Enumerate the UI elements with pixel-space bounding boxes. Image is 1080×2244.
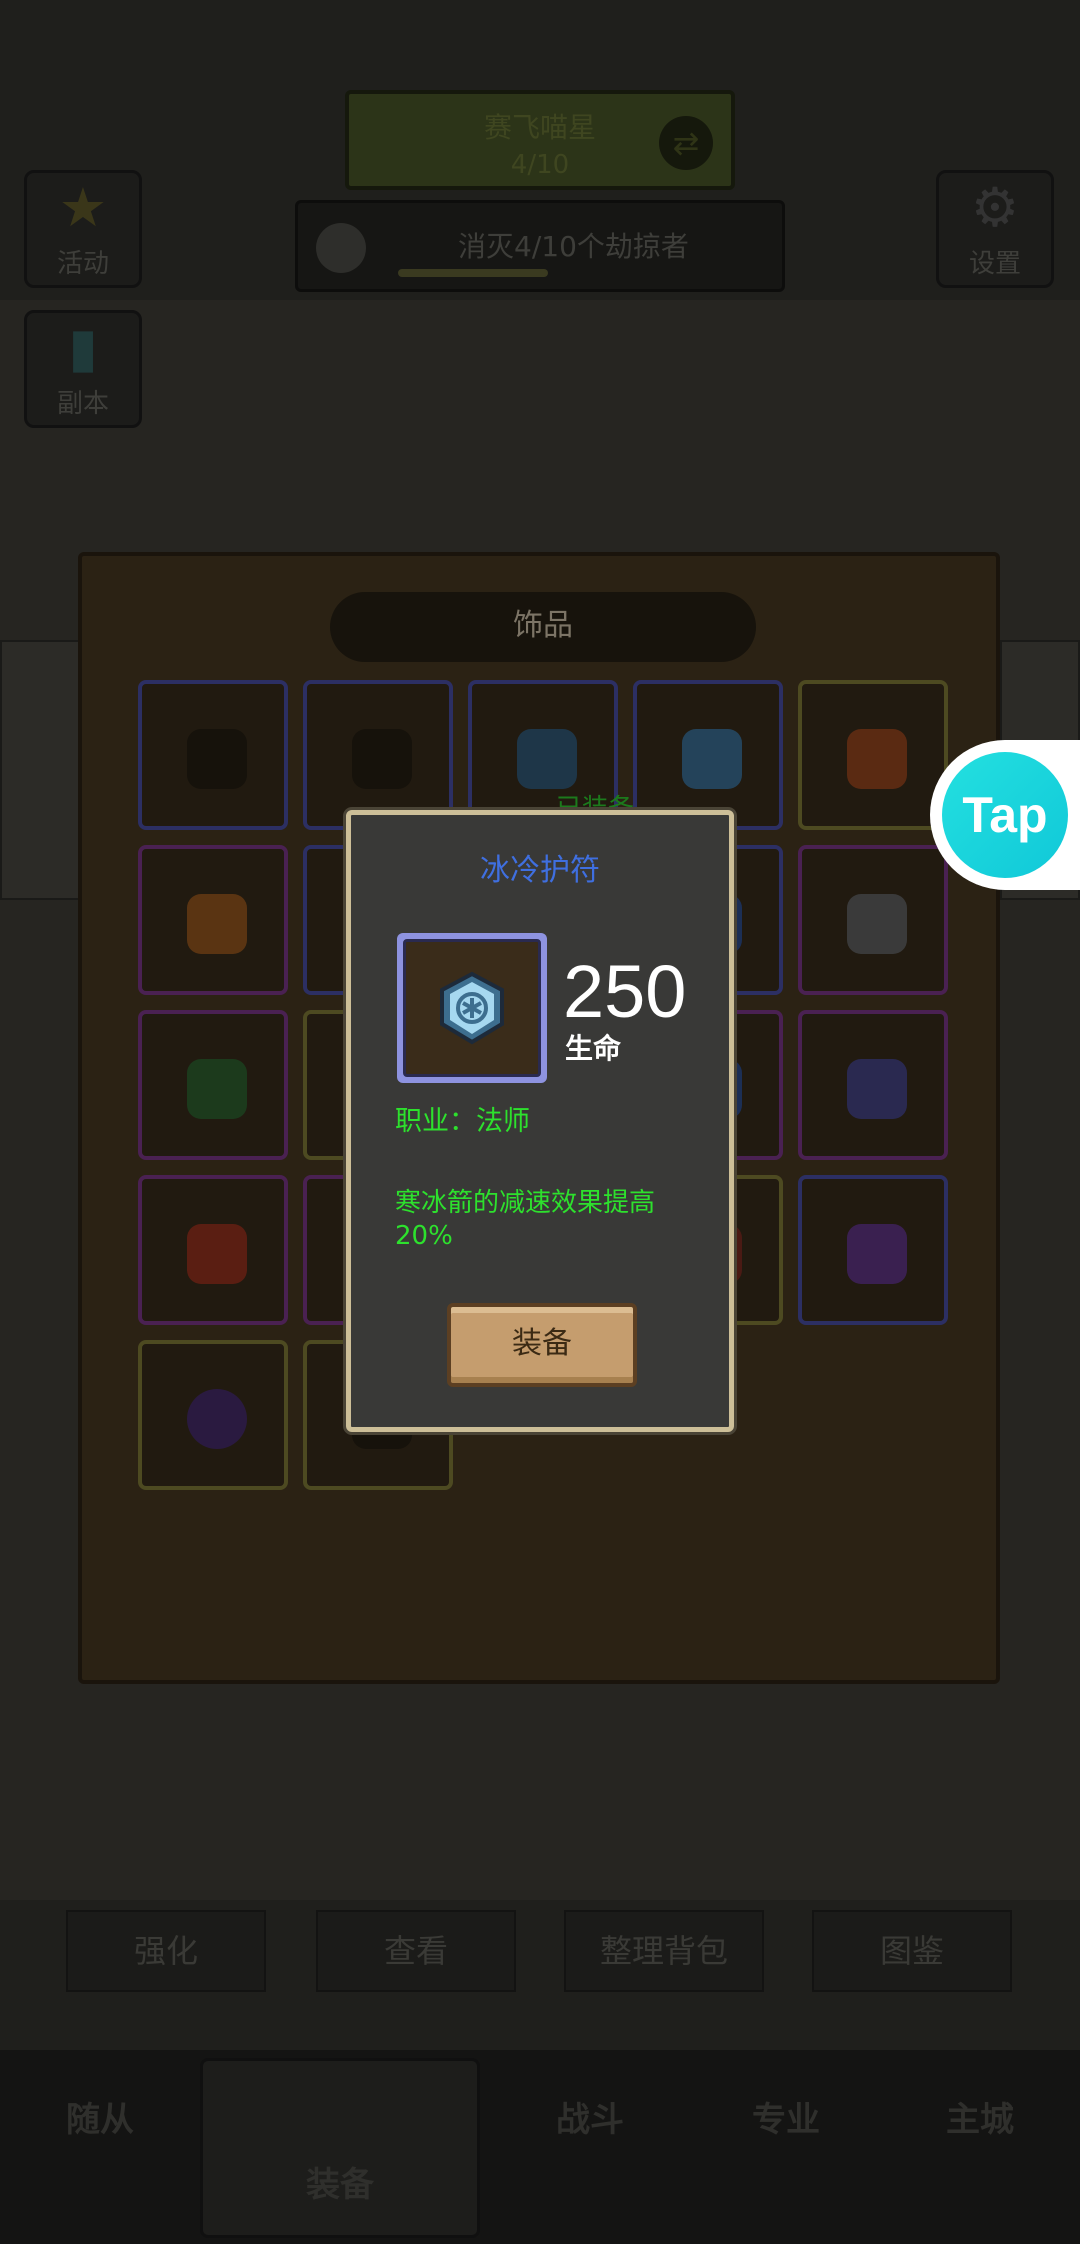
- dungeon-button[interactable]: ▮ 副本: [24, 310, 142, 428]
- bottom-nav: 随从 装备 战斗 专业 主城: [0, 2050, 1080, 2244]
- tab-codex[interactable]: 图鉴: [812, 1910, 1012, 1992]
- nav-followers[interactable]: 随从: [10, 2070, 190, 2230]
- item-name: 冰冷护符: [480, 853, 600, 888]
- panel-title: 饰品: [330, 592, 756, 662]
- tab-enhance[interactable]: 强化: [66, 1910, 266, 1992]
- action-tabs: 强化 查看 整理背包 图鉴: [0, 1910, 1080, 2000]
- quest-progress-bar: [398, 269, 548, 277]
- item-icon-frame: [397, 933, 547, 1083]
- item-silhouette-icon: [187, 729, 247, 789]
- accessory-slot[interactable]: [798, 845, 948, 995]
- accessory-slot[interactable]: [798, 1175, 948, 1325]
- coin-icon: [316, 223, 366, 273]
- top-banner[interactable]: 赛飞喵星 4/10 ⇄: [345, 90, 735, 190]
- tab-view[interactable]: 查看: [316, 1910, 516, 1992]
- frost-amulet-icon: [440, 971, 504, 1045]
- door-icon: ▮: [68, 316, 98, 379]
- accessory-slot[interactable]: [633, 680, 783, 830]
- tap-logo-icon: Tap: [942, 752, 1068, 878]
- fire-amulet-icon: [847, 729, 907, 789]
- heart-amulet-icon: [187, 1059, 247, 1119]
- accessory-slot[interactable]: [798, 680, 948, 830]
- activity-button[interactable]: ★ 活动: [24, 170, 142, 288]
- nav-equipment[interactable]: 装备: [200, 2058, 480, 2238]
- accessory-slot[interactable]: [138, 680, 288, 830]
- ring-icon: [847, 894, 907, 954]
- settings-label: 设置: [968, 249, 1021, 279]
- accessory-slot[interactable]: [138, 1340, 288, 1490]
- gear-icon: ⚙: [970, 176, 1020, 239]
- star-icon: ★: [58, 176, 108, 239]
- item-detail-popup: 冰冷护符 250 生命 职业：法师 寒冰箭的减速效果提高20% 装备: [346, 810, 734, 1432]
- nav-profession[interactable]: 专业: [696, 2070, 876, 2230]
- accessory-slot[interactable]: [138, 845, 288, 995]
- scene-wall-left: [0, 640, 80, 900]
- accessory-slot[interactable]: [303, 680, 453, 830]
- nav-battle[interactable]: 战斗: [500, 2070, 680, 2230]
- item-class-requirement: 职业：法师: [395, 1106, 530, 1137]
- item-silhouette-icon: [352, 729, 412, 789]
- stat-value: 250: [563, 950, 687, 1033]
- quest-bar[interactable]: 消灭4/10个劫掠者: [295, 200, 785, 292]
- accessory-slot[interactable]: [798, 1010, 948, 1160]
- flame-gem-icon: [187, 1224, 247, 1284]
- water-amulet-icon: [517, 729, 577, 789]
- stat-label: 生命: [565, 1032, 622, 1065]
- nav-equipment-label: 装备: [306, 2165, 374, 2205]
- void-orb-icon: [187, 1389, 247, 1449]
- frost-amulet-icon: [682, 729, 742, 789]
- accessory-slot[interactable]: [138, 1175, 288, 1325]
- swap-icon[interactable]: ⇄: [659, 116, 713, 170]
- accessory-slot[interactable]: [138, 1010, 288, 1160]
- tab-sort-bag[interactable]: 整理背包: [564, 1910, 764, 1992]
- nav-main-city[interactable]: 主城: [890, 2070, 1070, 2230]
- item-description: 寒冰箭的减速效果提高20%: [395, 1188, 656, 1251]
- activity-label: 活动: [56, 249, 109, 279]
- purple-helm-icon: [847, 1224, 907, 1284]
- fire-amulet-icon: [187, 894, 247, 954]
- settings-button[interactable]: ⚙ 设置: [936, 170, 1054, 288]
- item-icon-background: [403, 939, 541, 1077]
- equip-button[interactable]: 装备: [447, 1303, 637, 1387]
- dungeon-label: 副本: [56, 389, 109, 419]
- dark-helm-icon: [847, 1059, 907, 1119]
- quest-text: 消灭4/10个劫掠者: [458, 230, 689, 263]
- tap-floating-widget[interactable]: Tap: [930, 740, 1080, 890]
